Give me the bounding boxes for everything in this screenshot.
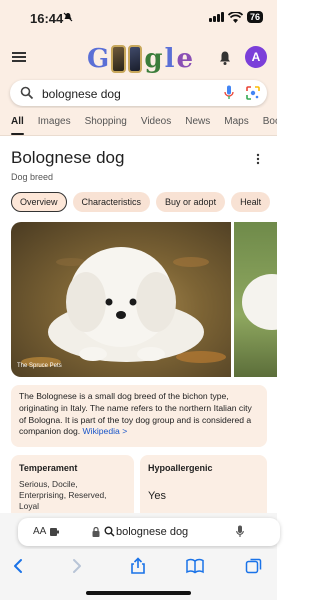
battery-icon: 76 bbox=[246, 11, 263, 23]
home-indicator[interactable] bbox=[86, 591, 191, 595]
silent-mode-icon bbox=[63, 12, 73, 25]
panel-subtitle: Dog breed bbox=[11, 172, 54, 182]
description-text: The Bolognese is a small dog breed of th… bbox=[19, 391, 252, 437]
bolognese-dog-illustration bbox=[21, 247, 226, 367]
panel-chips: Overview Characteristics Buy or adopt He… bbox=[11, 192, 271, 212]
account-avatar[interactable]: A bbox=[245, 46, 267, 68]
wikipedia-link[interactable]: Wikipedia > bbox=[83, 426, 128, 436]
forward-chevron-icon[interactable] bbox=[67, 557, 85, 575]
wifi-icon bbox=[227, 11, 243, 23]
image-credit: The Spruce Pets bbox=[17, 363, 62, 369]
dog-photo-partial bbox=[242, 274, 277, 330]
extensions-icon[interactable] bbox=[50, 528, 59, 536]
status-bar: 16:44 76 bbox=[0, 0, 277, 38]
microphone-icon[interactable] bbox=[236, 525, 244, 538]
tab-news[interactable]: News bbox=[185, 116, 210, 127]
card-value: Yes bbox=[148, 490, 166, 502]
chip-characteristics[interactable]: Characteristics bbox=[72, 192, 151, 212]
chip-overview[interactable]: Overview bbox=[11, 192, 67, 212]
hypoallergenic-card[interactable]: Hypoallergenic Yes bbox=[140, 455, 267, 520]
share-icon[interactable] bbox=[129, 557, 147, 575]
doodle-portrait bbox=[127, 45, 143, 73]
search-icon bbox=[20, 86, 34, 100]
bookmarks-icon[interactable] bbox=[186, 557, 204, 575]
cellular-signal-icon bbox=[208, 12, 224, 22]
chip-health[interactable]: Healt bbox=[231, 192, 271, 212]
search-icon bbox=[104, 526, 115, 537]
notifications-bell-icon[interactable] bbox=[218, 50, 232, 66]
description-box: The Bolognese is a small dog breed of th… bbox=[11, 385, 267, 447]
voice-search-icon[interactable] bbox=[224, 85, 234, 101]
lock-icon bbox=[92, 527, 100, 537]
search-tabs: All Images Shopping Videos News Maps Boo… bbox=[0, 108, 277, 136]
card-heading: Hypoallergenic bbox=[148, 463, 213, 473]
panel-title: Bolognese dog bbox=[11, 148, 125, 167]
more-options-icon[interactable] bbox=[256, 153, 260, 165]
doodle-portrait bbox=[111, 45, 126, 73]
google-lens-icon[interactable] bbox=[246, 86, 260, 100]
tab-shopping[interactable]: Shopping bbox=[85, 116, 127, 127]
google-doodle-logo[interactable]: G gle bbox=[87, 42, 193, 76]
address-bar[interactable]: AA bolognese dog bbox=[18, 518, 280, 546]
search-query-text[interactable]: bolognese dog bbox=[42, 87, 121, 101]
tab-all[interactable]: All bbox=[11, 116, 24, 135]
url-text[interactable]: bolognese dog bbox=[116, 526, 188, 538]
tab-maps[interactable]: Maps bbox=[224, 116, 248, 127]
tab-images[interactable]: Images bbox=[38, 116, 71, 127]
chip-buy-or-adopt[interactable]: Buy or adopt bbox=[156, 192, 226, 212]
clock: 16:44 bbox=[30, 11, 64, 26]
google-header: G gle A bbox=[0, 38, 277, 78]
tab-books[interactable]: Book bbox=[263, 116, 277, 127]
reader-options-button[interactable]: AA bbox=[33, 526, 46, 537]
hamburger-menu-icon[interactable] bbox=[12, 52, 26, 62]
search-input[interactable]: bolognese dog bbox=[10, 80, 267, 106]
dog-photo-main[interactable]: The Spruce Pets bbox=[11, 222, 231, 377]
dog-photo-secondary[interactable] bbox=[234, 222, 277, 377]
temperament-card[interactable]: Temperament Serious, Docile, Enterprisin… bbox=[11, 455, 134, 520]
tab-videos[interactable]: Videos bbox=[141, 116, 171, 127]
card-value: Serious, Docile, Enterprising, Reserved,… bbox=[19, 479, 107, 511]
tabs-overview-icon[interactable] bbox=[245, 557, 263, 575]
back-chevron-icon[interactable] bbox=[10, 557, 28, 575]
card-heading: Temperament bbox=[19, 463, 78, 473]
